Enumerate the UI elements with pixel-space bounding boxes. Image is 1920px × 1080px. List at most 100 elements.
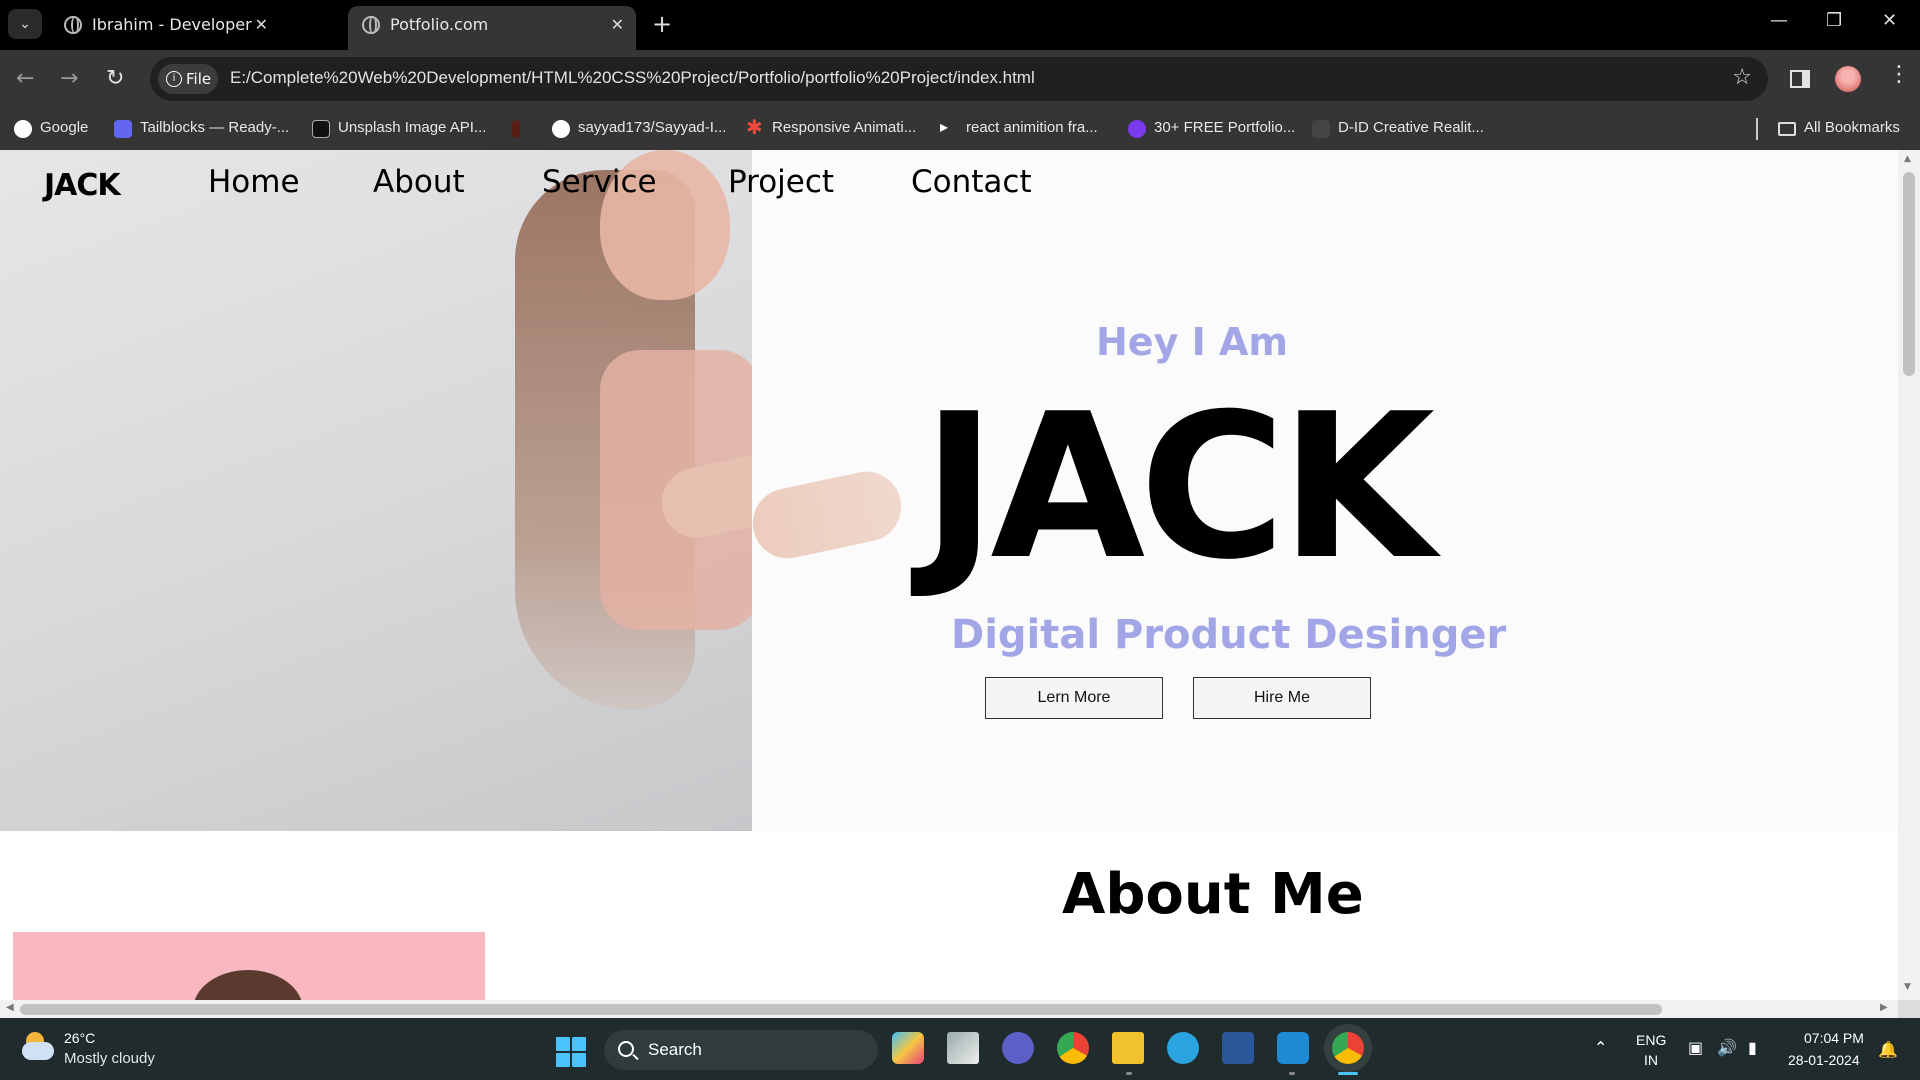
- address-bar[interactable]: i File E:/Complete%20Web%20Development/H…: [150, 57, 1768, 101]
- scroll-right-icon[interactable]: ▶: [1880, 1002, 1888, 1013]
- region-indicator[interactable]: IN: [1644, 1052, 1658, 1068]
- nav-home[interactable]: Home: [208, 164, 300, 200]
- github-icon: [552, 120, 570, 138]
- about-image-head: [193, 970, 303, 1000]
- about-title: About Me: [1062, 862, 1364, 927]
- folder-icon: [1778, 122, 1796, 136]
- bookmarks-divider: [1756, 118, 1758, 140]
- battery-icon[interactable]: ▮: [1748, 1038, 1757, 1057]
- clock-time[interactable]: 07:04 PM: [1804, 1030, 1864, 1046]
- back-icon[interactable]: ←: [16, 66, 34, 91]
- asterisk-icon: ✱: [746, 117, 763, 139]
- horizontal-scrollbar[interactable]: ◀ ▶: [0, 1000, 1898, 1018]
- cloud-shape: [22, 1042, 54, 1060]
- globe-icon: [362, 16, 380, 34]
- taskbar: 26°C Mostly cloudy Search ⌃ ENG IN ▣ 🔊 ▮…: [0, 1018, 1920, 1080]
- google-icon: [14, 120, 32, 138]
- volume-icon[interactable]: 🔊: [1717, 1038, 1737, 1057]
- search-icon: [618, 1041, 634, 1057]
- horizontal-scroll-thumb[interactable]: [20, 1004, 1662, 1015]
- unsplash-icon: [312, 120, 330, 138]
- fire-icon: [512, 120, 520, 138]
- bookmark-label: 30+ FREE Portfolio...: [1154, 119, 1296, 136]
- hero-role: Digital Product Desinger: [951, 612, 1507, 658]
- bookmark-did[interactable]: D-ID Creative Realit...: [1312, 119, 1484, 138]
- site-info-chip[interactable]: i File: [158, 64, 218, 94]
- forward-icon[interactable]: →: [60, 66, 78, 91]
- copilot-icon[interactable]: [892, 1032, 924, 1064]
- scroll-down-icon[interactable]: ▼: [1904, 982, 1911, 992]
- weather-temperature[interactable]: 26°C: [64, 1030, 95, 1046]
- bookmark-label: sayyad173/Sayyad-I...: [578, 119, 727, 136]
- bookmark-google[interactable]: Google: [14, 119, 88, 138]
- hero-name: JACK: [922, 371, 1435, 604]
- nav-service[interactable]: Service: [542, 164, 657, 200]
- scrollbar-corner: [1898, 1000, 1920, 1018]
- chrome-icon[interactable]: [1057, 1032, 1089, 1064]
- tab-bar: ⌄ Ibrahim - Developer Portfolio ✕ Potfol…: [0, 0, 1920, 72]
- close-icon[interactable]: ✕: [255, 6, 268, 44]
- nav-contact[interactable]: Contact: [911, 164, 1032, 200]
- bookmark-portfolio[interactable]: 30+ FREE Portfolio...: [1128, 119, 1296, 138]
- taskbar-search[interactable]: Search: [604, 1030, 878, 1070]
- chrome-profile-icon[interactable]: [1332, 1032, 1364, 1064]
- nav-project[interactable]: Project: [728, 164, 834, 200]
- hero-greeting: Hey I Am: [1096, 320, 1288, 364]
- bookmarks-bar: Google Tailblocks — Ready-... Unsplash I…: [0, 108, 1920, 150]
- vscode-icon[interactable]: [1277, 1032, 1309, 1064]
- weather-icon[interactable]: [22, 1032, 54, 1062]
- tab-portfolio[interactable]: Potfolio.com ✕: [348, 6, 636, 50]
- telegram-icon[interactable]: [1167, 1032, 1199, 1064]
- nav-about[interactable]: About: [373, 164, 465, 200]
- windows-start-icon[interactable]: [556, 1037, 586, 1067]
- word-icon[interactable]: [1222, 1032, 1254, 1064]
- bookmark-unsplash[interactable]: Unsplash Image API...: [312, 119, 486, 138]
- explorer-running-indicator: [1126, 1072, 1132, 1075]
- chevron-up-icon[interactable]: ⌃: [1594, 1038, 1607, 1057]
- close-icon[interactable]: ✕: [611, 6, 624, 44]
- url-text[interactable]: E:/Complete%20Web%20Development/HTML%20C…: [230, 68, 1035, 88]
- weather-description[interactable]: Mostly cloudy: [64, 1050, 155, 1067]
- chip-label: File: [186, 70, 212, 88]
- hero-image-hand: [746, 465, 908, 565]
- restore-icon[interactable]: ❐: [1826, 10, 1842, 31]
- teams-chat-icon[interactable]: [1002, 1032, 1034, 1064]
- site-logo[interactable]: JACK: [44, 168, 121, 203]
- tab-search-button[interactable]: ⌄: [8, 9, 42, 39]
- reload-icon[interactable]: ↻: [106, 66, 124, 91]
- new-tab-button[interactable]: +: [652, 10, 672, 38]
- minimize-icon[interactable]: —: [1770, 10, 1788, 31]
- notification-bell-icon[interactable]: 🔔: [1878, 1040, 1898, 1059]
- bookmark-label: Responsive Animati...: [772, 119, 917, 136]
- all-bookmarks[interactable]: All Bookmarks: [1778, 119, 1900, 136]
- hero-image: [0, 150, 752, 831]
- hire-me-button[interactable]: Hire Me: [1193, 677, 1371, 719]
- bookmark-github[interactable]: sayyad173/Sayyad-I...: [552, 119, 727, 138]
- tab-ibrahim[interactable]: Ibrahim - Developer Portfolio ✕: [50, 6, 280, 72]
- chrome-active-indicator: [1338, 1072, 1358, 1075]
- search-label: Search: [648, 1040, 702, 1059]
- file-explorer-icon[interactable]: [1112, 1032, 1144, 1064]
- vertical-scroll-thumb[interactable]: [1903, 172, 1915, 376]
- browser-toolbar: ← → ↻ i File E:/Complete%20Web%20Develop…: [0, 50, 1920, 108]
- menu-icon[interactable]: ⋮: [1888, 62, 1910, 87]
- bookmark-tailblocks[interactable]: Tailblocks — Ready-...: [114, 119, 289, 138]
- bookmark-framer[interactable]: ▸ react animition fra...: [940, 119, 1098, 136]
- network-icon[interactable]: ▣: [1688, 1038, 1703, 1057]
- task-view-icon[interactable]: [947, 1032, 979, 1064]
- profile-avatar[interactable]: [1835, 66, 1861, 92]
- info-icon: i: [166, 71, 182, 87]
- scroll-left-icon[interactable]: ◀: [6, 1002, 14, 1013]
- scroll-up-icon[interactable]: ▲: [1904, 154, 1911, 164]
- tab-title: Potfolio.com: [390, 15, 489, 34]
- bookmark-responsive[interactable]: ✱ Responsive Animati...: [746, 117, 917, 139]
- learn-more-button[interactable]: Lern More: [985, 677, 1163, 719]
- window-close-icon[interactable]: ✕: [1882, 10, 1897, 31]
- side-panel-icon[interactable]: [1790, 70, 1810, 88]
- language-indicator[interactable]: ENG: [1636, 1032, 1666, 1048]
- clock-date[interactable]: 28-01-2024: [1788, 1052, 1860, 1068]
- star-icon[interactable]: ☆: [1732, 65, 1752, 90]
- hero-section: JACK Home About Service Project Contact …: [0, 150, 1898, 831]
- framer-icon: ▸: [940, 119, 949, 136]
- vertical-scrollbar[interactable]: ▲ ▼: [1898, 150, 1920, 1000]
